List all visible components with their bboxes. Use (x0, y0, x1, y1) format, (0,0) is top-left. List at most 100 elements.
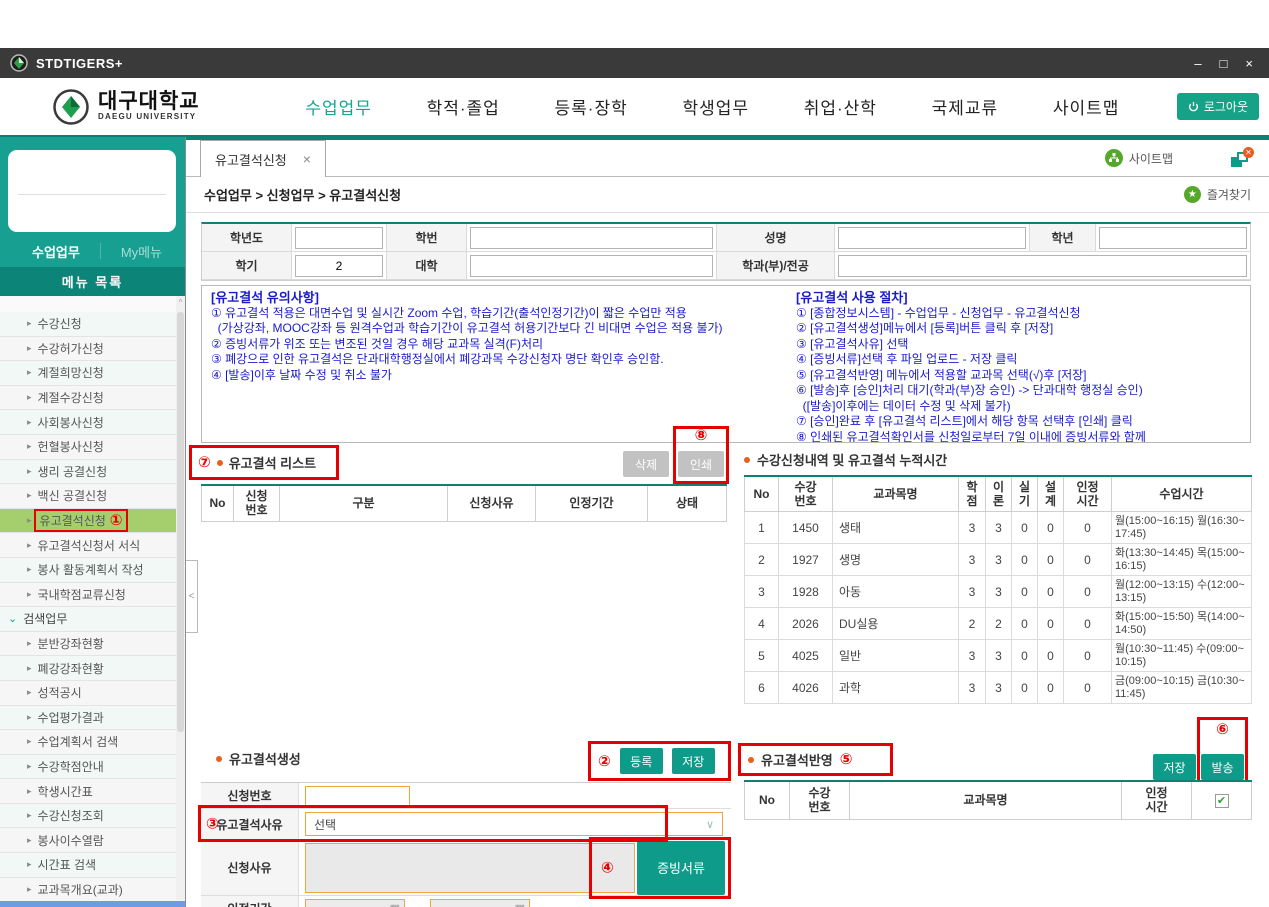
term-input[interactable] (295, 255, 383, 277)
university-name-en: DAEGU UNIVERSITY (98, 112, 200, 121)
course-time: 월(15:00~16:15) 월(16:30~17:45) (1112, 512, 1252, 544)
grade-input[interactable] (1099, 227, 1247, 249)
reason-label: 신청사유 (201, 840, 299, 895)
course-practice: 0 (1012, 672, 1038, 704)
application-no-input[interactable] (305, 786, 410, 806)
sidebar-menu-item[interactable]: ▸ 봉사 활동계획서 작성 (0, 558, 185, 583)
sidebar-menu-item[interactable]: ▸ 수업평가결과 (0, 706, 185, 731)
dept-input[interactable] (838, 255, 1247, 277)
course-row[interactable]: 6 4026 과학 3 3 0 0 0 금(09:00~10:15) 금(10:… (745, 672, 1252, 704)
sidebar-scrollbar[interactable]: ^ (176, 296, 185, 900)
sidebar-menu-item[interactable]: ▸ 수강학점안내 (0, 755, 185, 780)
sidebar-menu-item[interactable]: ▸ 성적공시 (0, 681, 185, 706)
tab-close-icon[interactable]: × (303, 151, 311, 167)
logout-button[interactable]: 로그아웃 (1177, 93, 1259, 120)
sidebar-collapse-handle[interactable]: < (186, 560, 198, 633)
minimize-button[interactable]: – (1194, 57, 1201, 70)
scroll-up-icon[interactable]: ^ (176, 298, 185, 307)
tab-absence-application[interactable]: 유고결석신청 × (200, 140, 326, 177)
column-header: 설 계 (1038, 476, 1064, 512)
select-all-checkbox[interactable]: 교과목명 (963, 793, 1007, 807)
section-bullet-icon (748, 757, 754, 763)
column-header: 인정기간 (536, 485, 648, 521)
period-end-input[interactable]: ▦ (430, 899, 530, 907)
name-input[interactable] (838, 227, 1026, 249)
column-header: No (202, 485, 234, 521)
nav-item[interactable]: 학생업무 (682, 94, 749, 119)
sidebar-menu-item[interactable]: ▸ 봉사이수열람 (0, 828, 185, 853)
nav-item[interactable]: 학적·졸업 (427, 94, 500, 119)
student-no-input[interactable] (470, 227, 713, 249)
apply-save-button[interactable]: 저장 (1153, 754, 1196, 780)
select-all-checkbox[interactable]: No (759, 793, 775, 807)
course-credit: 3 (959, 576, 986, 608)
sidebar-menu-item[interactable]: ▸ 계절수강신청 (0, 386, 185, 411)
sidebar-tab-mymenu[interactable]: My메뉴 (121, 242, 162, 261)
course-row[interactable]: 4 2026 DU실용 2 2 0 0 0 화(15:00~15:50) 목(1… (745, 608, 1252, 640)
course-row[interactable]: 3 1928 아동 3 3 0 0 0 월(12:00~13:15) 수(12:… (745, 576, 1252, 608)
sidebar-menu-item[interactable]: ▸ 수강허가신청 (0, 337, 185, 362)
sidebar-menu-item[interactable]: ▸ 계절희망신청 (0, 361, 185, 386)
sidebar-menu-item[interactable]: ▸ 유고결석신청서 서식 (0, 533, 185, 558)
sidebar-tab-work[interactable]: 수업업무 (32, 242, 80, 261)
university-name: 대구대학교 (98, 92, 200, 112)
select-all-checkbox[interactable]: ✔ (1215, 794, 1229, 808)
sidebar-menu-item[interactable]: ⌄ 검색업무 (0, 607, 185, 632)
horizontal-scrollbar[interactable] (0, 901, 185, 907)
sidebar-item-label: 백신 공결신청 (38, 487, 108, 504)
sitemap-link[interactable]: 사이트맵 (1105, 149, 1173, 167)
sidebar-menu: ▸ 수강신청 ▸ 수강허가신청 ▸ (0, 296, 185, 907)
nav-item[interactable]: 사이트맵 (1053, 94, 1120, 119)
sidebar-menu-item[interactable]: ▸ 생리 공결신청 (0, 460, 185, 485)
course-time: 화(15:00~15:50) 목(14:00~14:50) (1112, 608, 1252, 640)
sidebar-menu-item[interactable]: ▸ 유고결석신청 ① (0, 509, 185, 534)
sidebar-menu-item[interactable]: ▸ 수업계획서 검색 (0, 730, 185, 755)
app-title: STDTIGERS+ (36, 56, 123, 71)
sidebar-menu-item[interactable]: ▸ 국내학점교류신청 (0, 583, 185, 608)
triangle-icon: ▸ (27, 810, 32, 821)
nav-item[interactable]: 취업·산학 (804, 94, 877, 119)
nav-item[interactable]: 수업업무 (305, 94, 372, 119)
sidebar-menu-item[interactable]: ▸ 사회봉사신청 (0, 410, 185, 435)
notice-line: ② [유고결석생성]메뉴에서 [등록]버튼 클릭 후 [저장] (796, 321, 1146, 337)
course-recognized-hours: 0 (1064, 640, 1112, 672)
notice-precautions: [유고결석 유의사항] ① 유고결석 적용은 대면수업 및 실시간 Zoom 수… (202, 286, 787, 442)
maximize-button[interactable]: □ (1220, 57, 1228, 70)
sidebar-menu-item[interactable]: ▸ 시간표 검색 (0, 853, 185, 878)
scrollbar-thumb[interactable] (177, 312, 184, 732)
sidebar-menu-item[interactable]: ▸ 교과목개요(교과) (0, 878, 185, 903)
nav-item[interactable]: 국제교류 (932, 94, 999, 119)
sidebar-menu-item[interactable]: ▸ 수강신청조회 (0, 804, 185, 829)
sidebar-menu-item[interactable]: ▸ 폐강강좌현황 (0, 656, 185, 681)
annotation-box-5: 유고결석반영 ⑤ (738, 743, 893, 776)
column-header: 이 론 (986, 476, 1012, 512)
course-no: 3 (745, 576, 779, 608)
reason-textarea[interactable] (305, 843, 635, 893)
sidebar-menu-item[interactable]: ▸ 분반강좌현황 (0, 632, 185, 657)
save-button[interactable]: 저장 (672, 748, 715, 774)
sidebar-menu-item[interactable]: ▸ 백신 공결신청 (0, 484, 185, 509)
favorite-button[interactable]: ★ 즐겨찾기 (1184, 186, 1251, 203)
course-row[interactable]: 1 1450 생태 3 3 0 0 0 월(15:00~16:15) 월(16:… (745, 512, 1252, 544)
column-header: 수강 번호 (790, 781, 850, 819)
close-all-tabs-icon[interactable]: ✕ (1231, 150, 1251, 167)
year-input[interactable] (295, 227, 383, 249)
delete-button[interactable]: 삭제 (623, 451, 669, 477)
close-button[interactable]: × (1245, 57, 1253, 70)
notice-line: ③ 폐강으로 인한 유고결석은 단과대학행정실에서 폐강과목 수강신청자 명단 … (211, 352, 787, 368)
sitemap-icon (1105, 149, 1123, 167)
course-row[interactable]: 5 4025 일반 3 3 0 0 0 월(10:30~11:45) 수(09:… (745, 640, 1252, 672)
course-row[interactable]: 2 1927 생명 3 3 0 0 0 화(13:30~14:45) 목(15:… (745, 544, 1252, 576)
triangle-icon: ▸ (27, 367, 32, 378)
sidebar-menu-item[interactable]: ▸ 헌혈봉사신청 (0, 435, 185, 460)
select-all-checkbox[interactable]: 인정 시간 (1145, 786, 1167, 814)
select-all-checkbox[interactable]: 수강 번호 (808, 786, 830, 814)
register-button[interactable]: 등록 (620, 748, 663, 774)
sidebar-menu-item[interactable]: ▸ 학생시간표 (0, 779, 185, 804)
nav-item[interactable]: 등록·장학 (555, 94, 628, 119)
sidebar-menu-item[interactable]: ▸ 수강신청 (0, 312, 185, 337)
period-start-input[interactable]: ▦ (305, 899, 405, 907)
course-time: 월(10:30~11:45) 수(09:00~10:15) (1112, 640, 1252, 672)
annotation-box-8: ⑧ (673, 426, 729, 484)
college-input[interactable] (470, 255, 713, 277)
